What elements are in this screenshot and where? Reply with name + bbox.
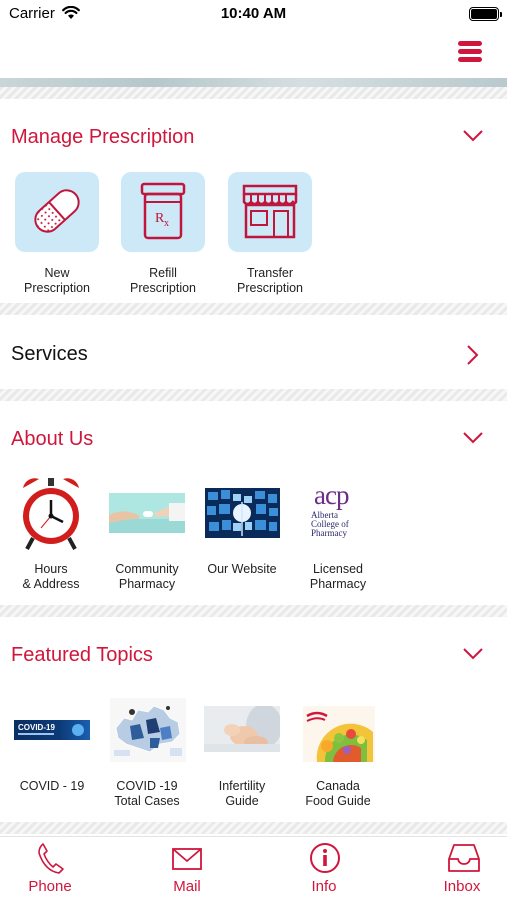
tab-inbox[interactable]: Inbox bbox=[412, 837, 507, 900]
covid-total-cases-label: COVID -19 Total Cases bbox=[114, 779, 180, 808]
storefront-icon bbox=[242, 184, 298, 239]
divider bbox=[0, 822, 507, 834]
menu-bar-icon bbox=[458, 57, 482, 62]
canada-map-image[interactable] bbox=[110, 698, 186, 762]
our-website-label: Our Website bbox=[207, 562, 277, 576]
clock: 10:40 AM bbox=[220, 5, 287, 22]
divider bbox=[0, 389, 507, 401]
tab-info-label: Info bbox=[311, 878, 337, 895]
about-us-title: About Us bbox=[11, 428, 94, 450]
status-bar: Carrier 10:40 AM bbox=[0, 0, 507, 30]
featured-topics-title: Featured Topics bbox=[11, 644, 153, 666]
transfer-prescription-button[interactable] bbox=[228, 172, 312, 252]
community-pharmacy-label: Community Pharmacy bbox=[115, 562, 179, 591]
phone-icon bbox=[38, 843, 64, 874]
chevron-right-icon bbox=[467, 345, 479, 365]
menu-bar-icon bbox=[458, 41, 482, 46]
services-title: Services bbox=[11, 343, 88, 365]
manage-prescription-title: Manage Prescription bbox=[11, 126, 195, 148]
infertility-guide-label: Infertility Guide bbox=[218, 779, 266, 808]
tab-mail-label: Mail bbox=[173, 878, 201, 895]
new-prescription-label: New Prescription bbox=[24, 266, 90, 295]
transfer-prescription-label: Transfer Prescription bbox=[237, 266, 303, 295]
mail-icon bbox=[172, 848, 202, 870]
inbox-icon bbox=[448, 844, 480, 872]
pill-icon bbox=[34, 189, 80, 233]
handing-pills-image[interactable] bbox=[109, 493, 185, 533]
divider bbox=[0, 303, 507, 315]
tab-bar: Phone Mail Info Inbox bbox=[0, 836, 507, 900]
hours-address-label: Hours & Address bbox=[22, 562, 80, 591]
tab-phone[interactable]: Phone bbox=[0, 837, 100, 900]
rx-bottle-icon: R x bbox=[140, 182, 186, 240]
chevron-down-icon[interactable] bbox=[462, 431, 484, 445]
covid-banner-image[interactable]: COVID-19 bbox=[14, 720, 90, 740]
divider bbox=[0, 87, 507, 99]
chevron-down-icon[interactable] bbox=[462, 129, 484, 143]
acp-logo[interactable]: acp Alberta College of Pharmacy bbox=[305, 480, 369, 542]
divider bbox=[0, 605, 507, 617]
tab-mail[interactable]: Mail bbox=[137, 837, 237, 900]
header-image-strip bbox=[0, 78, 507, 87]
licensed-pharmacy-label: Licensed Pharmacy bbox=[309, 562, 367, 591]
tab-inbox-label: Inbox bbox=[443, 878, 481, 895]
refill-prescription-button[interactable]: R x bbox=[121, 172, 205, 252]
new-prescription-button[interactable] bbox=[15, 172, 99, 252]
services-row[interactable]: Services bbox=[0, 315, 507, 389]
acp-logo-line-3: Pharmacy bbox=[311, 528, 347, 538]
chevron-down-icon[interactable] bbox=[462, 647, 484, 661]
info-icon bbox=[310, 843, 340, 873]
baby-photo-image[interactable] bbox=[204, 706, 280, 752]
alarm-clock-image[interactable] bbox=[19, 474, 83, 552]
food-guide-image[interactable] bbox=[303, 706, 375, 762]
acp-logo-mark: acp bbox=[314, 480, 349, 510]
battery-icon bbox=[469, 7, 502, 21]
menu-bar-icon bbox=[458, 49, 482, 54]
refill-prescription-label: Refill Prescription bbox=[130, 266, 196, 295]
tab-info[interactable]: Info bbox=[274, 837, 374, 900]
svg-text:x: x bbox=[164, 218, 169, 229]
covid-19-label: COVID - 19 bbox=[19, 779, 85, 793]
menu-button[interactable] bbox=[455, 38, 485, 66]
canada-food-guide-label: Canada Food Guide bbox=[305, 779, 371, 808]
tab-phone-label: Phone bbox=[28, 878, 72, 895]
website-tiles-image[interactable] bbox=[205, 488, 280, 538]
